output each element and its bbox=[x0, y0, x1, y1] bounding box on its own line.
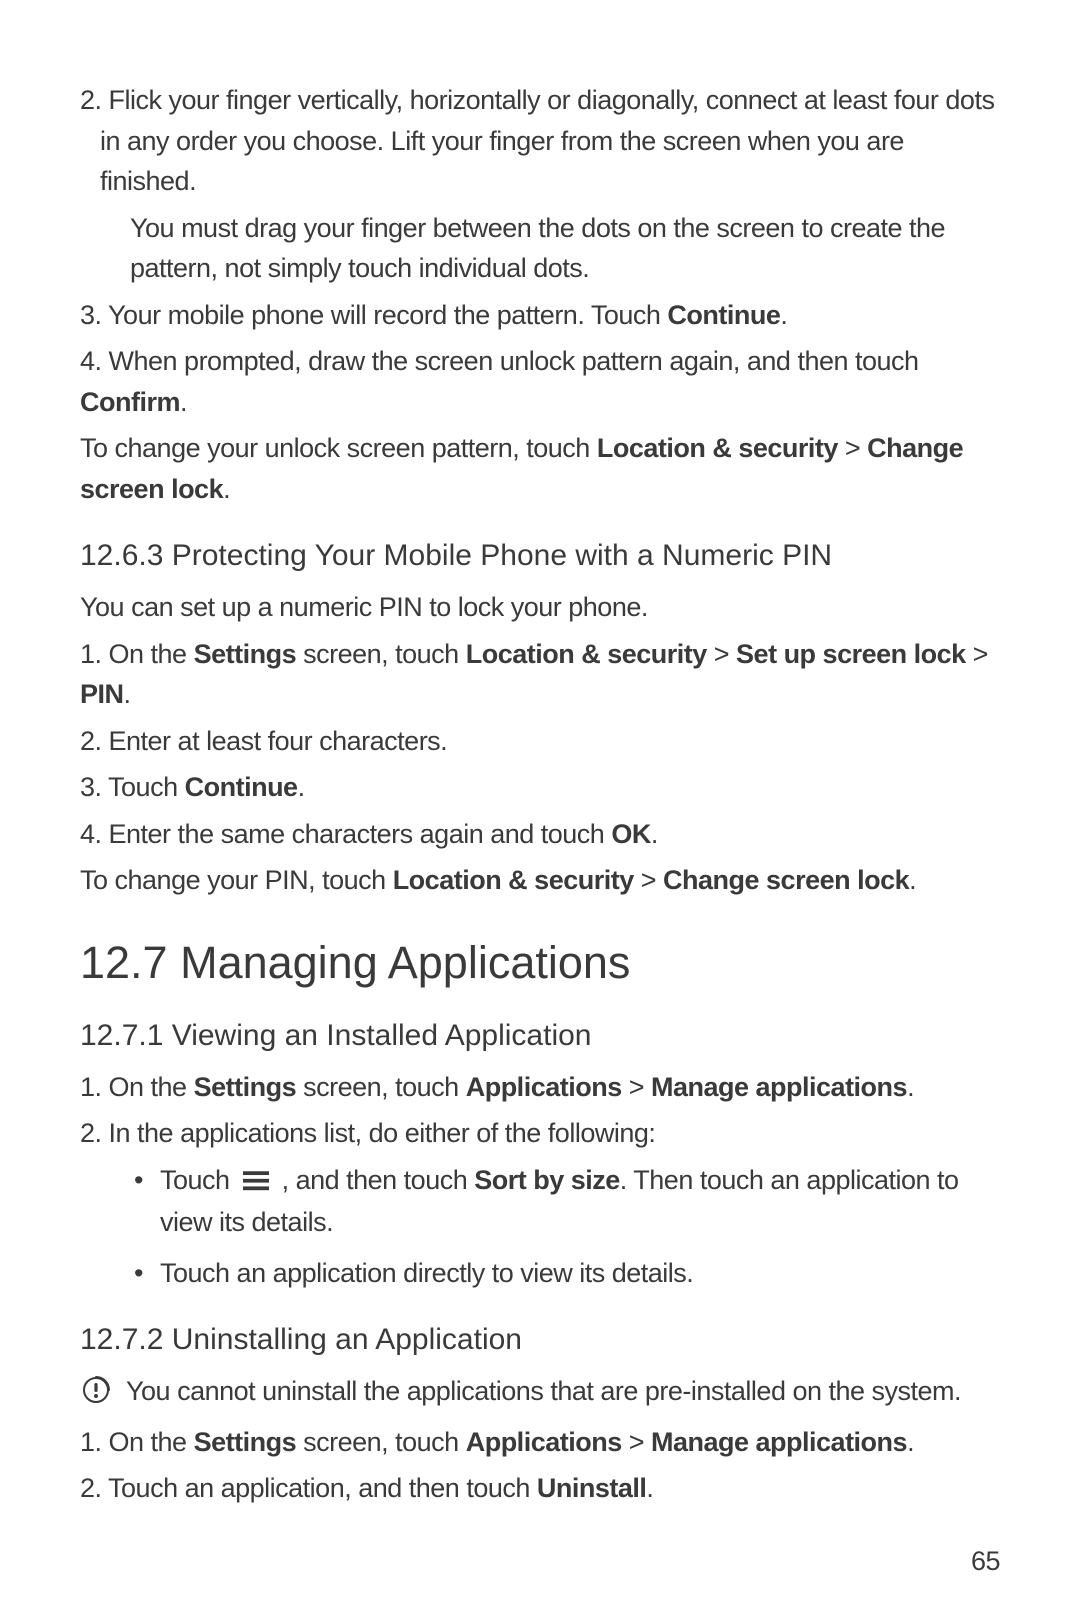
change-pattern-post: . bbox=[223, 474, 230, 504]
pin-s1-b4: PIN bbox=[80, 679, 124, 709]
un-s2-post: . bbox=[646, 1473, 653, 1503]
va-s1-mid2: > bbox=[622, 1072, 651, 1102]
change-pattern-b1: Location & security bbox=[597, 433, 838, 463]
pin-change-b2: Change screen lock bbox=[663, 865, 909, 895]
viewapp-bullet-list: Touch , and then touch Sort by size. The… bbox=[80, 1160, 1000, 1294]
viewapp-step-2: 2. In the applications list, do either o… bbox=[80, 1113, 1000, 1154]
pin-change-pre: To change your PIN, touch bbox=[80, 865, 393, 895]
pin-s4-pre: 4. Enter the same characters again and t… bbox=[80, 819, 611, 849]
step-3-pre: 3. Your mobile phone will record the pat… bbox=[80, 300, 667, 330]
pin-s1-mid2: > bbox=[707, 639, 736, 669]
heading-1263: 12.6.3 Protecting Your Mobile Phone with… bbox=[80, 539, 1000, 573]
pin-s3-b: Continue bbox=[185, 772, 298, 802]
pin-s1-b3: Set up screen lock bbox=[736, 639, 966, 669]
step-3-post: . bbox=[780, 300, 787, 330]
un-s1-b2: Applications bbox=[466, 1427, 622, 1457]
va-b1-pre: Touch bbox=[160, 1165, 237, 1195]
change-pattern-mid: > bbox=[838, 433, 867, 463]
pin-s1-pre: 1. On the bbox=[80, 639, 194, 669]
un-s1-mid2: > bbox=[622, 1427, 651, 1457]
uninstall-note-text: You cannot uninstall the applications th… bbox=[126, 1371, 961, 1412]
un-s1-b3: Manage applications bbox=[651, 1427, 907, 1457]
pin-step-4: 4. Enter the same characters again and t… bbox=[80, 814, 1000, 855]
pin-s1-b2: Location & security bbox=[466, 639, 707, 669]
va-s1-post: . bbox=[907, 1072, 914, 1102]
va-s1-b1: Settings bbox=[194, 1072, 297, 1102]
warning-icon bbox=[80, 1374, 112, 1406]
change-pattern-pre: To change your unlock screen pattern, to… bbox=[80, 433, 597, 463]
un-s2-b: Uninstall bbox=[537, 1473, 647, 1503]
change-pattern-text: To change your unlock screen pattern, to… bbox=[80, 428, 1000, 509]
pin-s1-mid1: screen, touch bbox=[296, 639, 466, 669]
heading-1272: 12.7.2 Uninstalling an Application bbox=[80, 1323, 1000, 1357]
pin-change-text: To change your PIN, touch Location & sec… bbox=[80, 860, 1000, 901]
pin-change-post: . bbox=[909, 865, 916, 895]
step-2-subnote: You must drag your finger between the do… bbox=[80, 208, 1000, 289]
pin-s3-post: . bbox=[298, 772, 305, 802]
pin-change-b1: Location & security bbox=[393, 865, 634, 895]
viewapp-bullet-2: Touch an application directly to view it… bbox=[160, 1253, 1000, 1294]
va-s1-pre: 1. On the bbox=[80, 1072, 194, 1102]
menu-icon bbox=[243, 1162, 269, 1203]
step-4-pre: 4. When prompted, draw the screen unlock… bbox=[80, 346, 919, 376]
va-s1-b3: Manage applications bbox=[651, 1072, 907, 1102]
un-s1-mid1: screen, touch bbox=[296, 1427, 466, 1457]
step-4-text: 4. When prompted, draw the screen unlock… bbox=[80, 341, 1000, 422]
un-s2-pre: 2. Touch an application, and then touch bbox=[80, 1473, 537, 1503]
pin-step-3: 3. Touch Continue. bbox=[80, 767, 1000, 808]
pin-s3-pre: 3. Touch bbox=[80, 772, 185, 802]
viewapp-step-1: 1. On the Settings screen, touch Applica… bbox=[80, 1067, 1000, 1108]
un-s1-b1: Settings bbox=[194, 1427, 297, 1457]
heading-1271: 12.7.1 Viewing an Installed Application bbox=[80, 1019, 1000, 1053]
va-s1-b2: Applications bbox=[466, 1072, 622, 1102]
pin-step-1: 1. On the Settings screen, touch Locatio… bbox=[80, 634, 1000, 715]
pin-s1-post: . bbox=[124, 679, 131, 709]
pin-s1-mid3: > bbox=[966, 639, 988, 669]
pin-s1-b1: Settings bbox=[194, 639, 297, 669]
viewapp-bullet-1: Touch , and then touch Sort by size. The… bbox=[160, 1160, 1000, 1243]
un-s1-pre: 1. On the bbox=[80, 1427, 194, 1457]
page-number: 65 bbox=[971, 1546, 1000, 1577]
step-3-text: 3. Your mobile phone will record the pat… bbox=[80, 295, 1000, 336]
pin-intro: You can set up a numeric PIN to lock you… bbox=[80, 587, 1000, 628]
step-4-bold: Confirm bbox=[80, 387, 180, 417]
heading-127: 12.7 Managing Applications bbox=[80, 937, 1000, 989]
uninstall-step-1: 1. On the Settings screen, touch Applica… bbox=[80, 1422, 1000, 1463]
va-b1-b: Sort by size bbox=[474, 1165, 620, 1195]
va-s1-mid1: screen, touch bbox=[296, 1072, 466, 1102]
uninstall-step-2: 2. Touch an application, and then touch … bbox=[80, 1468, 1000, 1509]
step-3-bold: Continue bbox=[667, 300, 780, 330]
un-s1-post: . bbox=[907, 1427, 914, 1457]
pin-s4-b: OK bbox=[611, 819, 651, 849]
pin-change-mid: > bbox=[634, 865, 663, 895]
pin-s4-post: . bbox=[651, 819, 658, 849]
step-2-text: 2. Flick your finger vertically, horizon… bbox=[80, 80, 1000, 202]
step-4-post: . bbox=[180, 387, 187, 417]
uninstall-note: You cannot uninstall the applications th… bbox=[80, 1371, 1000, 1412]
pin-step-2: 2. Enter at least four characters. bbox=[80, 721, 1000, 762]
document-page: 2. Flick your finger vertically, horizon… bbox=[0, 0, 1080, 1617]
va-b1-mid: , and then touch bbox=[282, 1165, 475, 1195]
